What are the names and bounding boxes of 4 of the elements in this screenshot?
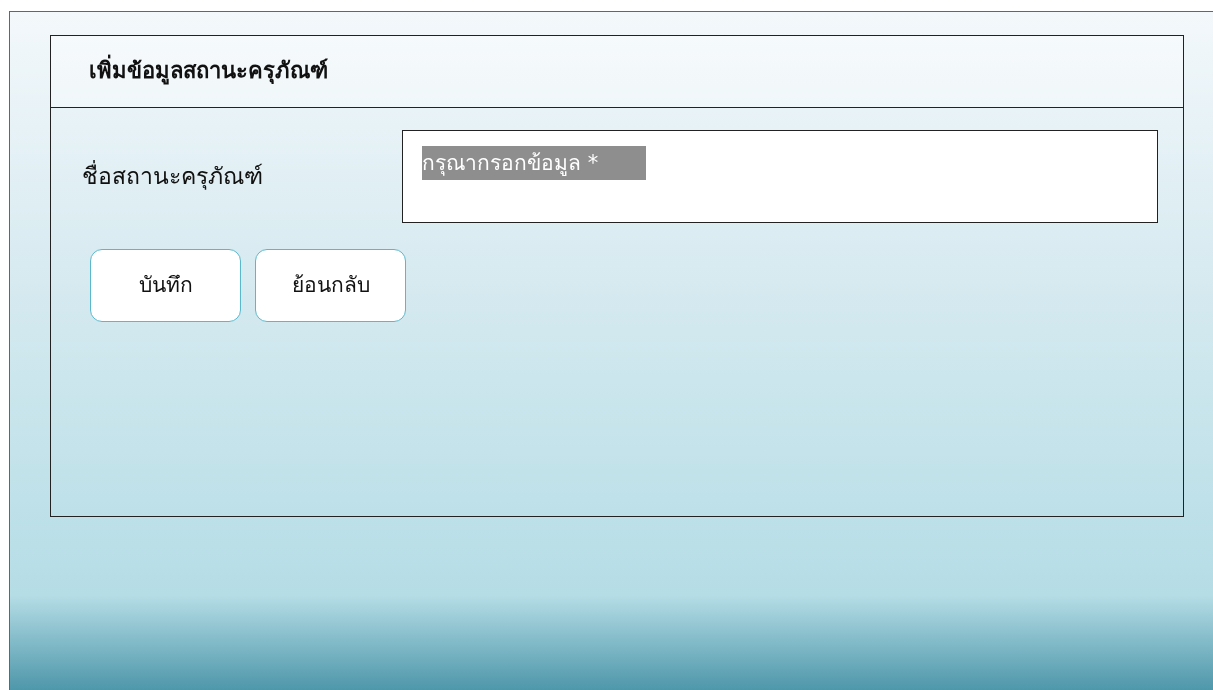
input-field[interactable]: กรุณากรอกข้อมูล * [422,146,646,180]
back-button[interactable]: ย้อนกลับ [255,249,406,322]
save-button[interactable]: บันทึก [90,249,241,322]
field-label: ชื่อสถานะครุภัณฑ์ [82,159,402,194]
